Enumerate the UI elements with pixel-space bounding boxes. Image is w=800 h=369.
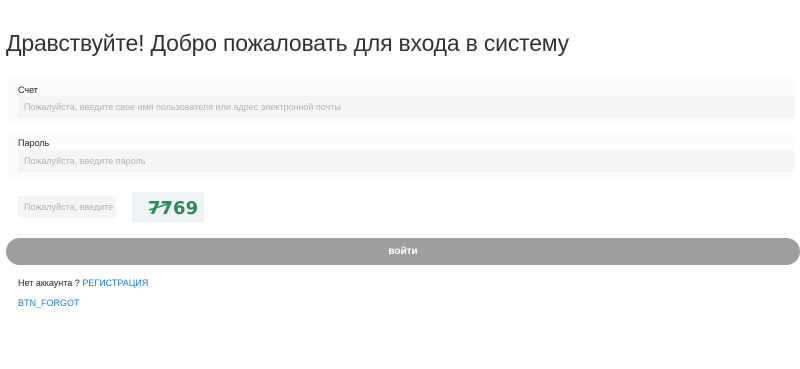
- password-label: Пароль: [18, 138, 50, 148]
- signup-row: Нет аккаунта ? РЕГИСТРАЦИЯ: [18, 278, 148, 288]
- captcha-input[interactable]: [18, 196, 116, 218]
- no-account-text: Нет аккаунта ?: [18, 278, 83, 288]
- password-input[interactable]: [18, 150, 795, 172]
- forgot-password-link[interactable]: BTN_FORGOT: [18, 298, 80, 308]
- account-label: Счет: [18, 85, 38, 95]
- forgot-password-row: BTN_FORGOT: [18, 298, 80, 308]
- account-input[interactable]: [18, 96, 795, 118]
- page-title: Дравствуйте! Добро пожаловать для входа …: [6, 30, 569, 56]
- captcha-code-graphic: 7769: [148, 198, 198, 219]
- login-button[interactable]: войти: [6, 238, 800, 265]
- register-link[interactable]: РЕГИСТРАЦИЯ: [82, 278, 148, 288]
- captcha-image[interactable]: 7769: [132, 192, 204, 222]
- login-page: Дравствуйте! Добро пожаловать для входа …: [0, 0, 800, 369]
